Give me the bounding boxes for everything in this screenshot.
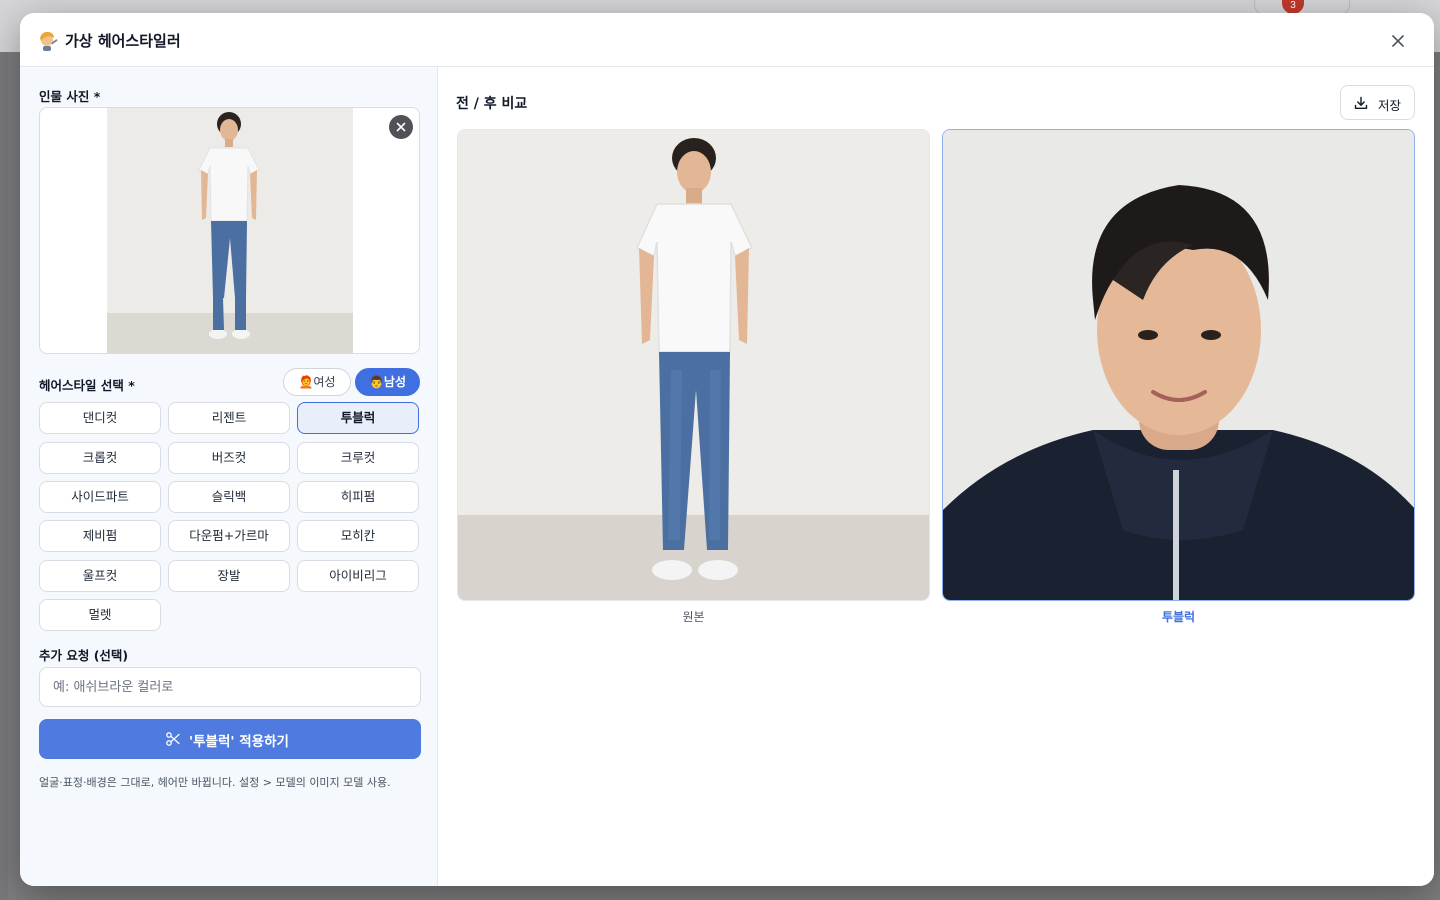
uploaded-photo	[107, 108, 353, 353]
male-icon: 👨	[368, 375, 384, 389]
modal-title: 가상 헤어스타일러	[65, 32, 181, 50]
before-caption: 원본	[682, 610, 705, 624]
female-icon: 🧑‍🦰	[298, 375, 314, 389]
save-button[interactable]: 저장	[1340, 85, 1415, 120]
style-option[interactable]: 리젠트	[168, 402, 290, 434]
style-option[interactable]: 댄디컷	[39, 402, 161, 434]
background-app-edge	[0, 52, 8, 900]
photo-upload-area[interactable]	[39, 107, 420, 354]
after-image	[942, 129, 1415, 601]
style-option[interactable]: 아이비리그	[297, 560, 419, 592]
apply-button-label: '투블럭' 적용하기	[189, 734, 289, 750]
comparison-panel: 전 / 후 비교 저장 원본 투블럭	[438, 67, 1434, 886]
gender-male-label: 남성	[383, 375, 407, 389]
style-option-selected[interactable]: 투블럭	[297, 402, 419, 434]
gender-female-label: 여성	[313, 375, 336, 389]
hint-text: 얼굴·표정·배경은 그대로, 헤어만 바뀝니다. 설정 > 모델의 이미지 모델…	[39, 776, 391, 789]
modal-header: 가상 헤어스타일러	[20, 13, 1434, 67]
style-option[interactable]: 울프컷	[39, 560, 161, 592]
save-button-label: 저장	[1378, 98, 1402, 113]
remove-photo-button[interactable]	[389, 115, 413, 139]
apply-hairstyle-button[interactable]: '투블럭' 적용하기	[39, 719, 421, 759]
style-option[interactable]: 다운펌+가르마	[168, 520, 290, 552]
hairdresser-icon	[37, 29, 59, 51]
remove-icon	[396, 122, 406, 132]
extra-request-label: 추가 요청 (선택)	[39, 648, 129, 663]
style-option[interactable]: 히피펌	[297, 481, 419, 513]
style-option[interactable]: 모히칸	[297, 520, 419, 552]
gender-male-button[interactable]: 👨남성	[355, 368, 420, 396]
comparison-title: 전 / 후 비교	[456, 96, 528, 112]
style-option[interactable]: 제비펌	[39, 520, 161, 552]
hairstyle-label: 헤어스타일 선택 *	[39, 378, 135, 393]
download-icon	[1354, 96, 1368, 109]
style-option[interactable]: 장발	[168, 560, 290, 592]
hairstyler-modal: 가상 헤어스타일러 인물 사진 *	[20, 13, 1434, 886]
style-option[interactable]: 크롭컷	[39, 442, 161, 474]
extra-request-input[interactable]	[39, 667, 421, 707]
photo-label: 인물 사진 *	[39, 89, 101, 104]
style-option[interactable]: 슬릭백	[168, 481, 290, 513]
scissors-icon	[166, 732, 180, 746]
settings-panel: 인물 사진 *	[20, 67, 438, 886]
close-icon	[1392, 35, 1404, 47]
style-option[interactable]: 멀렛	[39, 599, 161, 631]
before-image	[457, 129, 930, 601]
after-caption: 투블럭	[1161, 610, 1196, 624]
style-option[interactable]: 사이드파트	[39, 481, 161, 513]
gender-female-button[interactable]: 🧑‍🦰여성	[283, 368, 351, 396]
style-option[interactable]: 버즈컷	[168, 442, 290, 474]
style-option[interactable]: 크루컷	[297, 442, 419, 474]
close-button[interactable]	[1386, 29, 1410, 53]
